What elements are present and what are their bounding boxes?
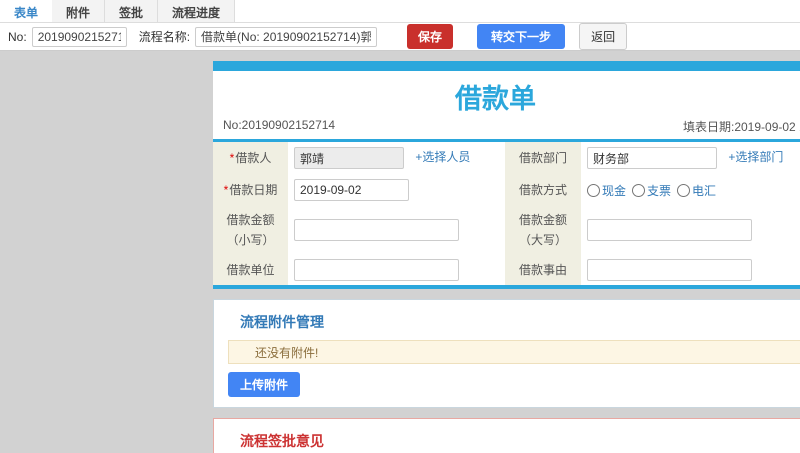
tab-progress[interactable]: 流程进度	[158, 0, 236, 22]
table-row: *借款人 +选择人员 借款部门 +选择部门	[213, 142, 800, 174]
department-input[interactable]	[587, 147, 717, 169]
loan-reason-input[interactable]	[587, 258, 752, 281]
next-step-button[interactable]: 转交下一步	[477, 24, 566, 49]
radio-cheque[interactable]: 支票	[632, 182, 671, 199]
title-wrap: 借款单	[213, 77, 778, 116]
amount-big-input[interactable]	[587, 219, 752, 242]
loan-unit-label: 借款单位	[213, 254, 288, 285]
loan-form-panel: 借款单 No:20190902152714 填表日期:2019-09-02 15…	[213, 61, 800, 289]
no-label: No:	[8, 29, 27, 44]
amount-small-input[interactable]	[294, 219, 459, 242]
toolbar: No: 流程名称: 保存 转交下一步 返回	[0, 23, 800, 51]
back-button[interactable]: 返回	[579, 23, 628, 50]
loan-method-radio-group: 现金 支票 电汇	[587, 182, 800, 199]
form-date: 填表日期:2019-09-02 15:27:1	[683, 120, 800, 134]
wire-radio-label: 电汇	[692, 183, 717, 198]
panel-top-bar	[213, 61, 800, 71]
amount-small-label: 借款金额（小写）	[213, 206, 288, 255]
no-attachments-notice: 还没有附件!	[228, 339, 800, 364]
attachments-heading: 流程附件管理	[240, 313, 324, 330]
approval-panel: 流程签批意见 B I abc ∞ ∞ ⚑ ≡ ≡ ⇤ ⇥ ” 样式 ▾	[213, 417, 800, 453]
loan-method-label: 借款方式	[505, 174, 581, 206]
department-label: 借款部门	[505, 142, 581, 174]
radio-wire[interactable]: 电汇	[677, 182, 716, 199]
upload-attachment-button[interactable]: 上传附件	[228, 371, 301, 397]
form-title: 借款单	[455, 84, 536, 114]
process-name-input[interactable]	[195, 26, 378, 47]
radio-cash[interactable]: 现金	[587, 182, 626, 199]
select-person-link[interactable]: +选择人员	[415, 150, 470, 164]
save-button[interactable]: 保存	[407, 24, 454, 49]
loan-reason-label: 借款事由	[505, 254, 581, 285]
required-mark: *	[223, 182, 229, 197]
approval-heading: 流程签批意见	[240, 432, 324, 449]
form-meta-row: No:20190902152714 填表日期:2019-09-02 15:27:…	[213, 118, 800, 136]
process-name-label: 流程名称:	[138, 30, 191, 44]
tab-attachments[interactable]: 附件	[52, 0, 106, 22]
loan-form-table: *借款人 +选择人员 借款部门 +选择部门 *借款日期	[213, 142, 800, 285]
loan-unit-input[interactable]	[294, 258, 459, 281]
wire-radio[interactable]	[677, 183, 691, 197]
table-row: 借款单位 借款事由	[213, 254, 800, 285]
no-input[interactable]	[31, 26, 127, 47]
tab-bar: 表单 附件 签批 流程进度	[0, 0, 800, 23]
tab-form[interactable]: 表单	[0, 0, 53, 22]
cheque-radio[interactable]	[632, 183, 646, 197]
cheque-radio-label: 支票	[647, 183, 672, 198]
form-bottom-divider	[213, 284, 800, 289]
loan-date-input[interactable]	[294, 179, 409, 201]
loan-date-label: *借款日期	[213, 174, 288, 206]
tab-approval[interactable]: 签批	[105, 0, 159, 22]
table-row: 借款金额（小写） 借款金额（大写）	[213, 206, 800, 255]
select-department-link[interactable]: +选择部门	[728, 150, 783, 164]
content-area: 借款单 No:20190902152714 填表日期:2019-09-02 15…	[0, 51, 800, 453]
table-row: *借款日期 借款方式 现金 支票	[213, 174, 800, 206]
page: { "colors": { "accent_cyan": "#2ba7dc", …	[0, 0, 800, 453]
required-mark: *	[229, 150, 235, 165]
cash-radio[interactable]	[587, 183, 600, 197]
amount-big-label: 借款金额（大写）	[505, 206, 581, 255]
borrower-input[interactable]	[294, 147, 404, 169]
borrower-label: *借款人	[213, 142, 288, 174]
cash-radio-label: 现金	[602, 183, 627, 198]
form-no: No:20190902152714	[223, 118, 336, 132]
attachments-panel: 流程附件管理 还没有附件! 上传附件	[213, 298, 800, 408]
